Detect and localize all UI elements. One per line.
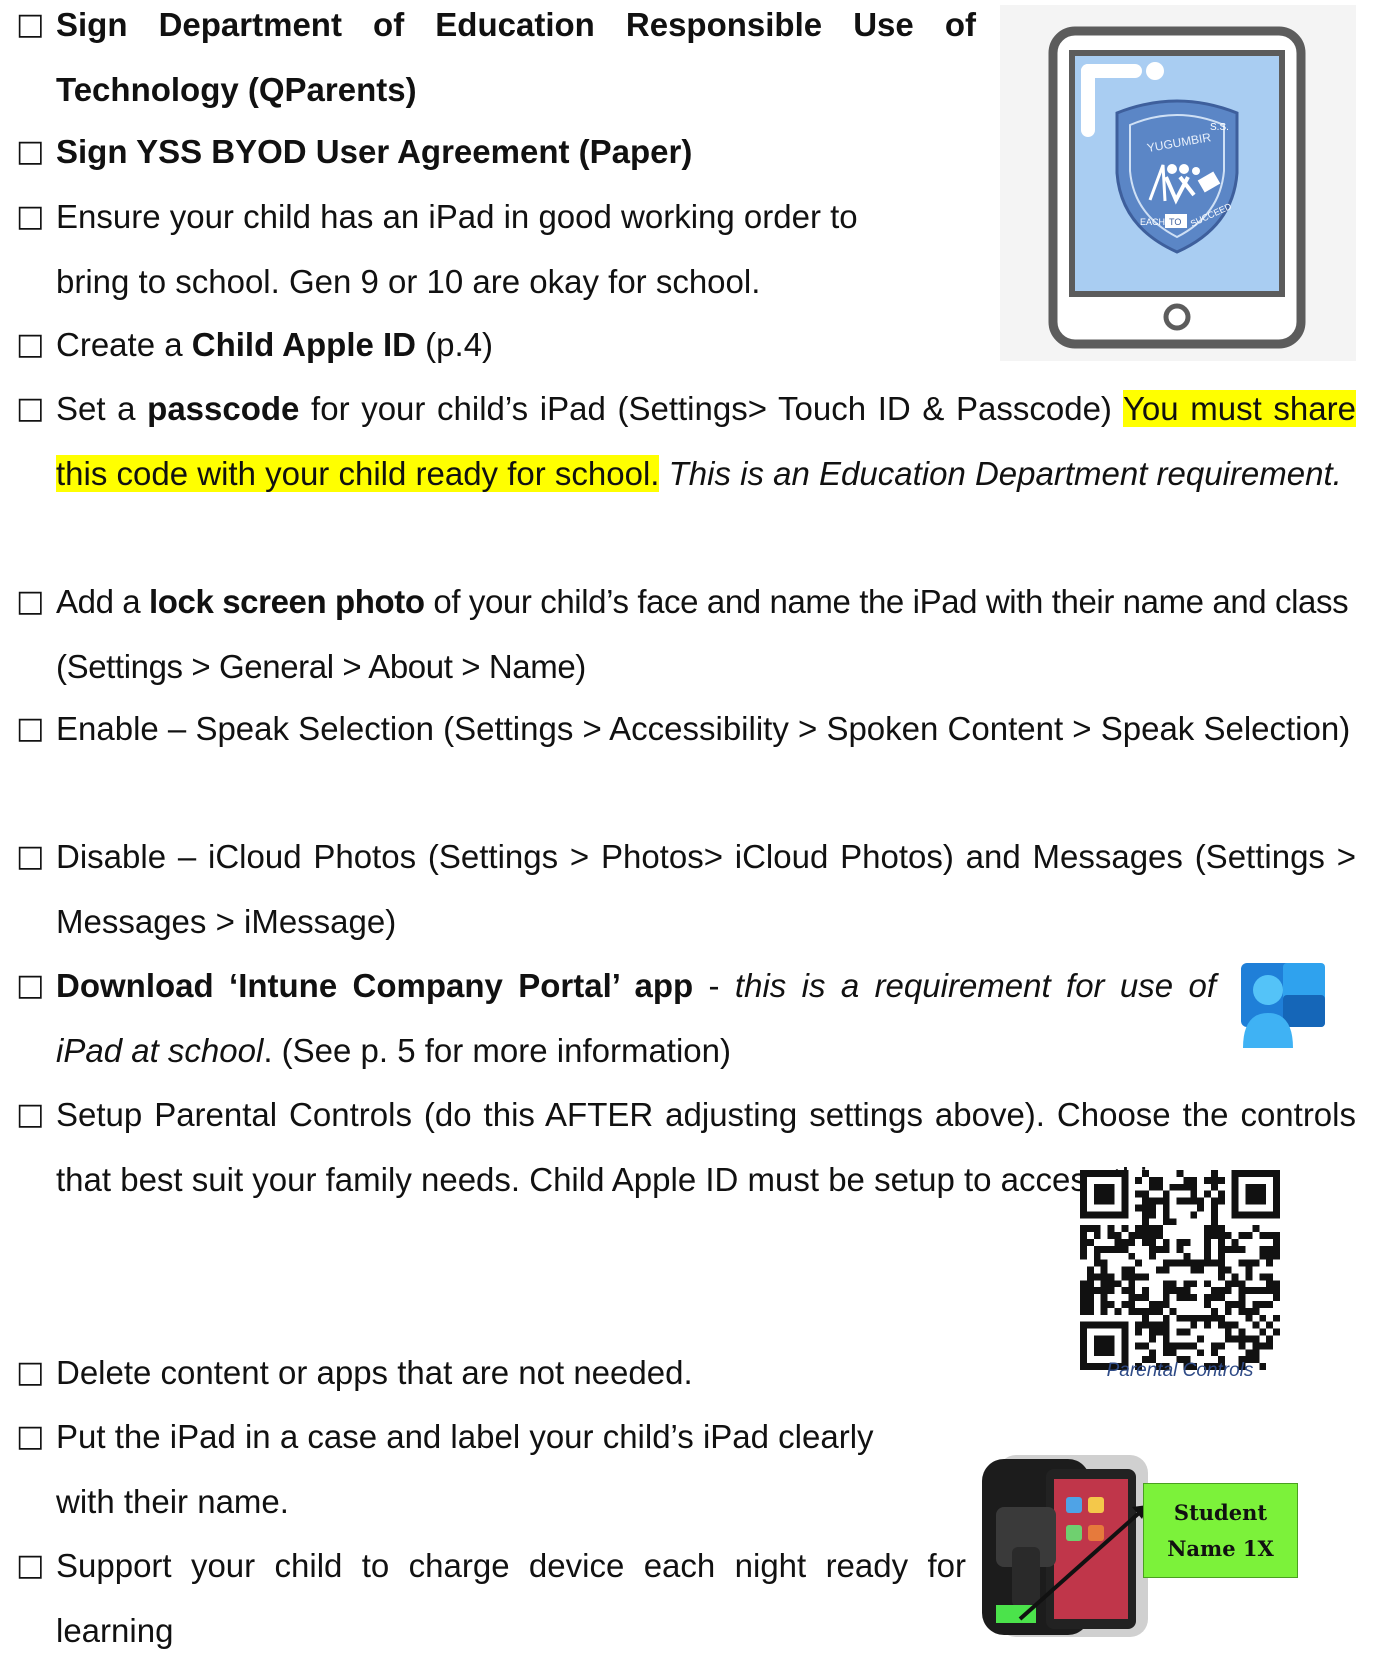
item-run: Put the iPad in a case and label your ch… [56,1418,874,1520]
item-run: Create a [56,326,192,363]
item-run: Sign YSS BYOD User Agreement (Paper) [56,133,693,170]
checkbox-icon: □ [16,7,45,42]
item-text: Add a lock screen photo of your child’s … [56,570,1356,699]
item-run: - [693,967,735,1004]
checkbox-icon: □ [16,199,45,234]
parental-controls-qr-code [1080,1170,1280,1370]
item-text: Disable – iCloud Photos (Settings > Phot… [56,825,1356,954]
item-run: . (See p. 5 for more information) [263,1031,732,1069]
checkbox-icon: □ [16,584,45,619]
item-text: Sign Department of Education Responsible… [56,0,976,122]
name-label-line2: Name 1X [1167,1535,1274,1561]
checkbox-icon: □ [16,839,45,874]
item-run: Add a [56,583,150,620]
item-text: Put the iPad in a case and label your ch… [56,1405,876,1534]
item-text: Set a passcode for your child’s iPad (Se… [56,377,1356,506]
crest-motto-mid: TO [1169,217,1181,227]
item-run [659,455,668,492]
crest-top-text: S.S. [1210,122,1229,133]
qr-code-icon [1080,1170,1280,1370]
item-run: Set a [56,390,148,427]
item-run: passcode [147,390,300,427]
checkbox-icon: □ [16,134,45,169]
item-run: Download ‘Intune Company Portal’ app [56,967,694,1004]
name-label-sticker: Student Name 1X [1143,1483,1298,1578]
tablet-icon: S.S. YUGUMBIR EACH TO SUCCEED [1000,5,1356,361]
item-run: Delete content or apps that are not need… [56,1354,693,1391]
item-run: Sign Department of Education Responsible… [56,6,976,108]
item-run: lock screen photo [149,583,425,620]
checkbox-icon: □ [16,1355,45,1390]
checkbox-icon: □ [16,391,45,426]
item-text: Download ‘Intune Company Portal’ app - t… [56,954,1216,1083]
company-portal-app-icon [1233,958,1333,1058]
ipad-case-icon [982,1455,1150,1637]
checkbox-icon: □ [16,327,45,362]
item-run: for your child’s iPad (Settings> Touch I… [299,390,1123,427]
checkbox-icon: □ [16,1419,45,1454]
name-label-line1: Student [1173,1499,1268,1525]
item-run: Enable – Speak Selection (Settings > Acc… [56,710,1351,747]
item-text: Sign YSS BYOD User Agreement (Paper) [56,120,976,185]
item-run: Ensure your child has an iPad in good wo… [56,198,858,300]
company-portal-icon [1241,963,1325,1048]
checkbox-icon: □ [16,1097,45,1132]
item-text: Enable – Speak Selection (Settings > Acc… [56,697,1356,762]
qr-caption: Parental Controls [1106,1360,1254,1381]
item-run: Support your child to charge device each… [56,1547,966,1649]
checkbox-icon: □ [16,968,45,1003]
checkbox-icon: □ [16,1548,45,1583]
item-text: Ensure your child has an iPad in good wo… [56,185,936,314]
ipad-case-illustration [976,1447,1156,1647]
item-run: Disable – iCloud Photos (Settings > Phot… [56,838,1356,940]
item-text: Support your child to charge device each… [56,1534,966,1663]
checkbox-icon: □ [16,711,45,746]
item-run: (p.4) [416,326,494,363]
tablet-crest-illustration: S.S. YUGUMBIR EACH TO SUCCEED [1000,5,1356,361]
item-text: Delete content or apps that are not need… [56,1341,956,1406]
crest-motto-left: EACH [1140,217,1165,227]
item-text: Create a Child Apple ID (p.4) [56,313,976,378]
item-run: This is an Education Department requirem… [668,454,1342,492]
item-run: Child Apple ID [191,326,417,363]
